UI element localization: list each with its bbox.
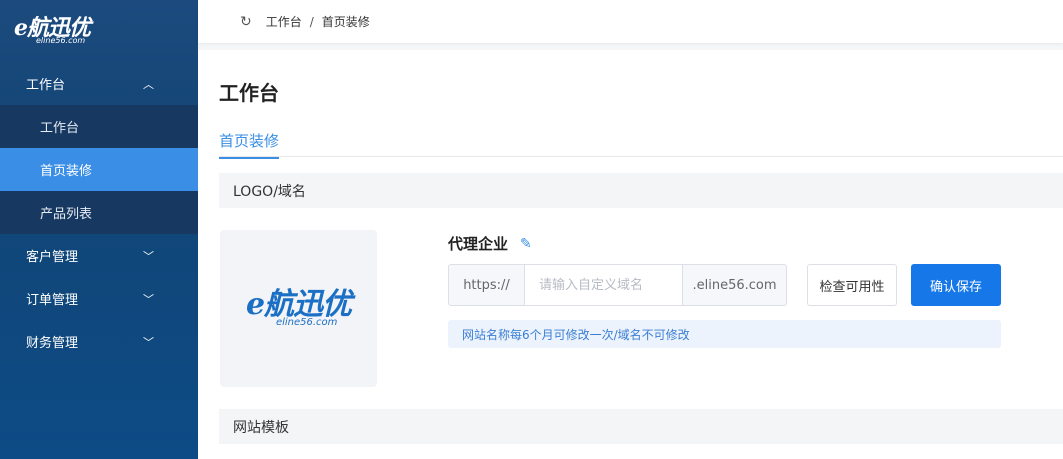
tab-divider (219, 156, 1063, 157)
menu-group-workbench[interactable]: 工作台 ︿ (0, 62, 198, 105)
menu-item-workbench[interactable]: 工作台 (0, 105, 198, 148)
chevron-down-icon: ﹀ (143, 292, 154, 306)
topbar: ↻ 工作台 / 首页装修 (198, 0, 1063, 43)
menu-item-label: 工作台 (40, 121, 80, 136)
section-header-website-template: 网站模板 (219, 409, 1063, 444)
logo-subtext: eline56.com (36, 36, 86, 45)
menu-group-customer[interactable]: 客户管理 ﹀ (0, 234, 198, 277)
info-hint: 网站名称每6个月可修改一次/域名不可修改 (448, 320, 1001, 348)
chevron-up-icon: ︿ (143, 77, 154, 91)
refresh-icon[interactable]: ↻ (240, 14, 252, 30)
brand-logo[interactable]: e航迅优 eline56.com (0, 0, 198, 62)
sidebar: e航迅优 eline56.com 工作台 ︿ 工作台 首页装修 产品列表 客户管… (0, 0, 198, 459)
menu-group-order[interactable]: 订单管理 ﹀ (0, 277, 198, 320)
menu-group-label: 订单管理 (26, 293, 79, 308)
company-name: 代理企业 ✎ (448, 233, 532, 254)
menu-group-label: 客户管理 (26, 250, 79, 265)
logo-preview[interactable]: e航迅优 eline56.com (220, 230, 377, 387)
menu-item-label: 首页装修 (40, 164, 93, 179)
section-header-logo-domain: LOGO/域名 (219, 173, 1063, 208)
tab-homepage-decoration[interactable]: 首页装修 (219, 130, 280, 159)
breadcrumb-item[interactable]: 工作台 (266, 13, 302, 30)
menu-group-finance[interactable]: 财务管理 ﹀ (0, 320, 198, 363)
chevron-down-icon: ﹀ (143, 335, 154, 349)
breadcrumb-item-current: 首页装修 (321, 15, 370, 29)
breadcrumb-separator: / (309, 14, 314, 29)
main-content: 工作台 首页装修 LOGO/域名 e航迅优 eline56.com 代理企业 ✎… (198, 50, 1063, 459)
hint-text: 网站名称每6个月可修改一次/域名不可修改 (462, 327, 690, 342)
domain-input-group: https:// .eline56.com (448, 264, 787, 306)
edit-icon[interactable]: ✎ (520, 236, 532, 252)
menu-group-label: 工作台 (26, 78, 66, 93)
section-title: 网站模板 (233, 419, 289, 436)
menu-item-homepage-decoration[interactable]: 首页装修 (0, 148, 198, 191)
section-title: LOGO/域名 (233, 183, 306, 200)
check-availability-button[interactable]: 检查可用性 (807, 264, 897, 306)
page-title: 工作台 (219, 81, 279, 105)
submenu-workbench: 工作台 首页装修 产品列表 (0, 105, 198, 234)
custom-domain-input[interactable] (525, 264, 682, 306)
menu-item-label: 产品列表 (40, 207, 93, 222)
menu-item-product-list[interactable]: 产品列表 (0, 191, 198, 234)
company-name-text: 代理企业 (448, 235, 509, 253)
chevron-down-icon: ﹀ (143, 249, 154, 263)
domain-prefix: https:// (448, 264, 525, 306)
confirm-save-button[interactable]: 确认保存 (911, 264, 1001, 306)
domain-suffix: .eline56.com (682, 264, 787, 306)
menu-group-label: 财务管理 (26, 336, 79, 351)
